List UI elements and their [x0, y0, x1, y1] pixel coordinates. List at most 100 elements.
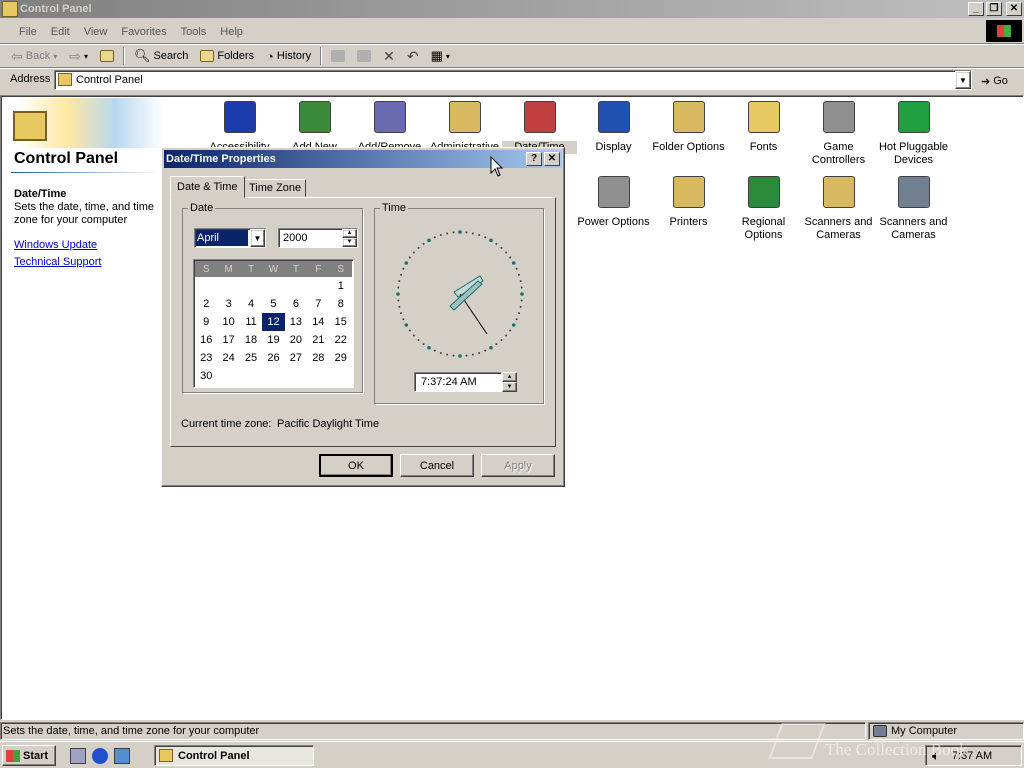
address-label: Address: [10, 73, 51, 85]
menu-help[interactable]: Help: [213, 23, 250, 41]
taskbar-clock[interactable]: 7:37 AM: [952, 750, 992, 762]
clock-tick: [398, 280, 401, 283]
windows-update-link[interactable]: Windows Update: [14, 239, 97, 251]
calendar-day[interactable]: 5: [262, 295, 284, 313]
menu-file[interactable]: File: [12, 23, 44, 41]
cp-item[interactable]: Regional Options: [726, 176, 801, 242]
forward-button[interactable]: ⇨ ▾: [66, 45, 91, 67]
history-button[interactable]: ◔ History: [263, 45, 314, 67]
help-button[interactable]: ?: [526, 152, 542, 166]
cp-item[interactable]: Scanners and Cameras: [876, 176, 951, 242]
undo-button[interactable]: ↶: [404, 45, 422, 67]
clock-tick: [400, 312, 403, 315]
calendar-day[interactable]: 18: [240, 331, 262, 349]
calendar-day[interactable]: 28: [307, 349, 329, 367]
delete-button[interactable]: ✕: [380, 45, 398, 67]
cp-item[interactable]: Fonts: [726, 101, 801, 154]
calendar-day[interactable]: 16: [195, 331, 217, 349]
calendar-day[interactable]: 14: [307, 313, 329, 331]
calendar-day[interactable]: 22: [330, 331, 352, 349]
calendar-day[interactable]: 12: [262, 313, 285, 331]
calendar-day: [240, 277, 262, 295]
calendar-day[interactable]: 3: [217, 295, 239, 313]
year-down-icon[interactable]: ▼: [342, 238, 357, 247]
time-up-icon[interactable]: ▲: [502, 372, 517, 382]
move-to-button[interactable]: [328, 45, 348, 67]
views-button[interactable]: ▦ ▾: [428, 45, 453, 67]
cp-item[interactable]: Hot Pluggable Devices: [876, 101, 951, 167]
menu-tools[interactable]: Tools: [174, 23, 214, 41]
menu-view[interactable]: View: [77, 23, 115, 41]
calendar-day[interactable]: 11: [240, 313, 262, 331]
status-zone: My Computer: [868, 722, 1024, 740]
minimize-button[interactable]: _: [968, 2, 984, 16]
clock-tick: [433, 236, 436, 239]
calendar-day[interactable]: 29: [330, 349, 352, 367]
clock-tick: [484, 349, 487, 352]
copy-to-button[interactable]: [354, 45, 374, 67]
cp-item[interactable]: Printers: [651, 176, 726, 229]
time-spinner[interactable]: 7:37:24 AM: [414, 372, 502, 392]
calendar-day[interactable]: 4: [240, 295, 262, 313]
calendar-day[interactable]: 30: [195, 367, 217, 385]
menu-edit[interactable]: Edit: [44, 23, 77, 41]
calendar-day[interactable]: 9: [195, 313, 217, 331]
year-up-icon[interactable]: ▲: [342, 229, 357, 238]
calendar-day[interactable]: 27: [285, 349, 307, 367]
calendar-day[interactable]: 21: [307, 331, 329, 349]
show-desktop-icon[interactable]: [70, 748, 86, 764]
clock-tick: [484, 236, 487, 239]
calendar-day[interactable]: 25: [240, 349, 262, 367]
technical-support-link[interactable]: Technical Support: [14, 256, 101, 268]
go-button[interactable]: ➜ Go: [978, 70, 1011, 92]
calendar-day[interactable]: 2: [195, 295, 217, 313]
clock-tick: [500, 246, 503, 249]
restore-button[interactable]: ❐: [986, 2, 1002, 16]
calendar-day[interactable]: 24: [217, 349, 239, 367]
close-button[interactable]: ✕: [1006, 2, 1022, 16]
year-spinner[interactable]: 2000 ▲ ▼: [278, 228, 358, 248]
cancel-button[interactable]: Cancel: [400, 454, 474, 477]
calendar-day[interactable]: 17: [217, 331, 239, 349]
address-dropdown-button[interactable]: ▼: [955, 71, 971, 89]
start-button[interactable]: Start: [2, 745, 56, 766]
calendar-day[interactable]: 13: [285, 313, 307, 331]
calendar-day[interactable]: 20: [285, 331, 307, 349]
folders-button[interactable]: Folders: [197, 45, 257, 67]
back-button[interactable]: ⇦ Back ▾: [8, 45, 60, 67]
address-input[interactable]: Control Panel ▼: [54, 70, 972, 90]
search-button[interactable]: 🔍︎ Search: [131, 45, 191, 67]
calendar-day[interactable]: 26: [262, 349, 284, 367]
month-select[interactable]: April ▼: [194, 228, 266, 248]
selected-item-description: Sets the date, time, and time zone for y…: [14, 201, 155, 226]
tab-date-time[interactable]: Date & Time: [170, 176, 245, 198]
calendar-day[interactable]: 1: [330, 277, 352, 295]
calendar-day[interactable]: 7: [307, 295, 329, 313]
up-button[interactable]: [97, 45, 117, 67]
clock-tick: [427, 238, 431, 243]
month-dropdown-icon[interactable]: ▼: [250, 229, 265, 247]
weekday-header: T: [284, 261, 308, 277]
outlook-express-icon[interactable]: [114, 748, 130, 764]
menu-favorites[interactable]: Favorites: [114, 23, 173, 41]
calendar-day[interactable]: 8: [330, 295, 352, 313]
calendar-day[interactable]: 6: [285, 295, 307, 313]
volume-icon[interactable]: 🔈︎: [932, 748, 940, 764]
apply-button[interactable]: Apply: [481, 454, 555, 477]
cp-item[interactable]: Scanners and Cameras: [801, 176, 876, 242]
cp-item[interactable]: Display: [576, 101, 651, 154]
ok-button[interactable]: OK: [319, 454, 393, 477]
cp-item[interactable]: Folder Options: [651, 101, 726, 154]
calendar-day[interactable]: 15: [330, 313, 352, 331]
dialog-close-button[interactable]: ✕: [544, 152, 560, 166]
calendar-day[interactable]: 10: [217, 313, 239, 331]
datetime-dialog: Date/Time Properties ? ✕ Date & Time Tim…: [161, 147, 565, 487]
calendar-day[interactable]: 19: [262, 331, 284, 349]
cp-item[interactable]: Power Options: [576, 176, 651, 229]
calendar-day[interactable]: 23: [195, 349, 217, 367]
cp-item[interactable]: Game Controllers: [801, 101, 876, 167]
tab-time-zone[interactable]: Time Zone: [244, 179, 307, 197]
taskbar-control-panel[interactable]: Control Panel: [154, 745, 314, 766]
internet-explorer-icon[interactable]: [92, 748, 108, 764]
time-down-icon[interactable]: ▼: [502, 382, 517, 392]
